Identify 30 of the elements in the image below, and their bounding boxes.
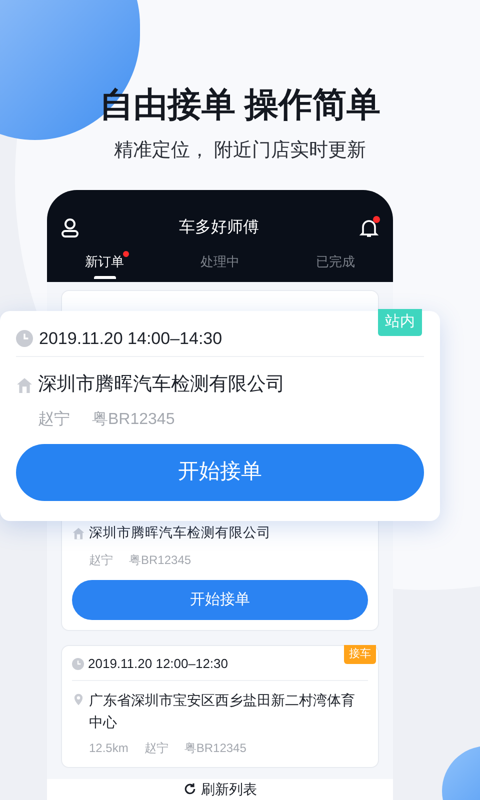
order-tag: 站内	[378, 309, 422, 336]
order-meta: 粤BR12345	[129, 552, 192, 570]
user-icon[interactable]	[61, 218, 79, 238]
order-meta: 12.5km	[89, 740, 128, 757]
clock-icon	[72, 658, 84, 670]
order-meta: 赵宁	[144, 740, 168, 757]
place-name: 广东省深圳市宝安区西乡盐田新二村湾体育中心	[89, 690, 356, 732]
app-title: 车多好师傅	[179, 218, 259, 238]
subheadline: 精准定位， 附近门店实时更新	[114, 139, 366, 163]
accept-order-button[interactable]: 开始接单	[16, 444, 424, 500]
bell-icon[interactable]	[359, 218, 379, 238]
house-icon	[16, 376, 33, 394]
order-meta: 粤BR12345	[92, 410, 175, 430]
order-tag: 接车	[344, 645, 376, 664]
order-meta: 赵宁	[38, 410, 70, 430]
order-meta: 赵宁	[89, 552, 113, 570]
order-time: 2019.11.20 14:00–14:30	[39, 328, 222, 350]
place-name: 深圳市腾晖汽车检测有限公司	[38, 373, 285, 397]
refresh-button[interactable]: 刷新列表	[183, 780, 257, 798]
house-icon	[72, 526, 85, 540]
tab[interactable]: 处理中	[162, 252, 278, 278]
refresh-icon	[183, 782, 197, 796]
location-pin-icon	[72, 692, 85, 706]
clock-icon	[16, 330, 33, 347]
place-name: 深圳市腾晖汽车检测有限公司	[89, 524, 271, 542]
order-meta: 粤BR12345	[184, 740, 246, 757]
tab[interactable]: 新订单	[47, 252, 162, 278]
accept-order-button[interactable]: 开始接单	[72, 580, 368, 620]
tab[interactable]: 已完成	[278, 252, 393, 278]
order-time: 2019.11.20 12:00–12:30	[88, 655, 228, 674]
